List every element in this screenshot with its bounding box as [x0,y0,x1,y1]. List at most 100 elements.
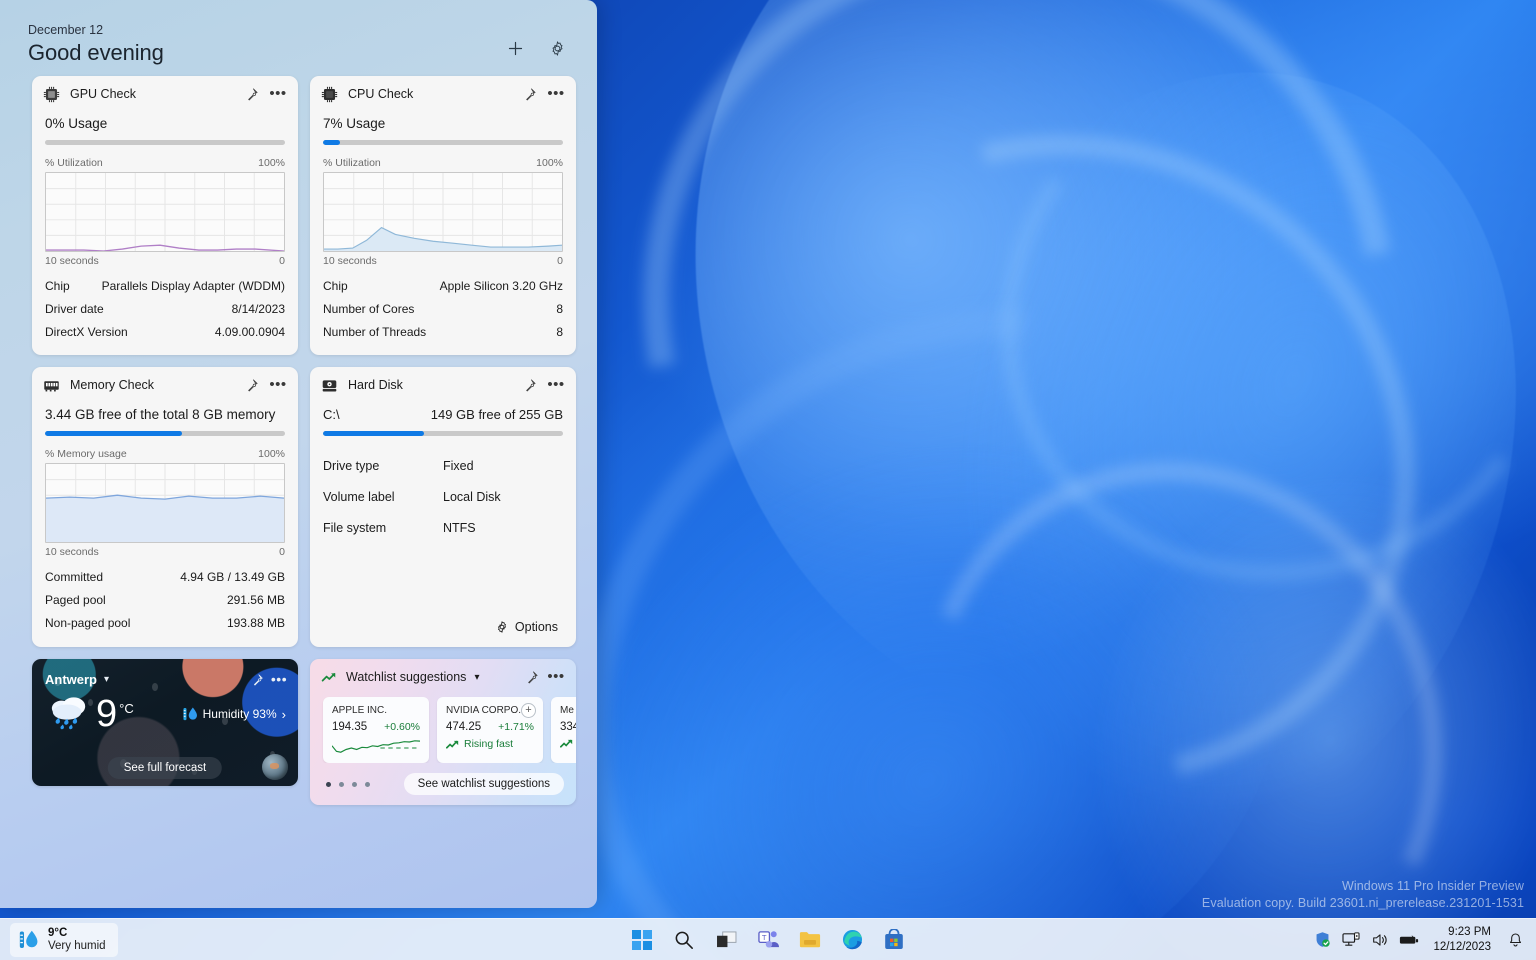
detail-row-key: Chip [323,278,348,293]
weather-widget[interactable]: Antwerp ▾ ••• 9 °C Humidity 93% › See fu… [32,659,298,786]
pin-widget-button[interactable] [240,373,264,397]
gear-icon [552,40,562,56]
pin-icon [248,379,258,392]
clock-time: 9:23 PM [1448,925,1491,938]
widget-more-button[interactable]: ••• [544,373,568,397]
carousel-dot[interactable] [326,781,331,787]
stock-name: Me [560,705,574,716]
widget-more-button[interactable]: ••• [266,373,290,397]
windows-logo-icon [632,929,652,950]
ram-icon [44,380,59,391]
widget-more-button[interactable]: ••• [266,82,290,106]
widget-header-actions: ••• [240,82,290,106]
widget-more-button[interactable]: ••• [544,665,568,689]
teams-icon: T [757,931,779,948]
teams-button[interactable]: T [751,923,785,957]
stock-sparkline [332,737,420,754]
clock-button[interactable]: 9:23 PM 12/12/2023 [1425,925,1499,955]
memory-chart-axis: 10 seconds 0 [45,546,285,558]
edge-button[interactable] [835,923,869,957]
detail-row-value: Fixed [443,458,474,473]
pin-icon [248,88,258,101]
carousel-dot[interactable] [365,781,370,787]
stock-card[interactable]: APPLE INC. 194.35 +0.60% [323,697,429,763]
battery-tray-icon[interactable] [1396,925,1422,955]
detail-row-key: Chip [45,278,70,293]
gpu-usage-text: 0% Usage [45,116,108,131]
stock-card[interactable]: Me 334 [551,697,576,763]
add-widget-button[interactable] [501,34,529,62]
start-button[interactable] [625,923,659,957]
gpu-axis-left: 10 seconds [45,255,99,267]
cpu-check-widget[interactable]: CPU Check ••• 7% Usage % Utilization 100… [310,76,576,355]
widget-more-button[interactable]: ••• [544,82,568,106]
weather-header: Antwerp ▾ ••• [32,659,298,690]
gpu-check-widget[interactable]: GPU Check ••• 0% Usage % Utilization 100… [32,76,298,355]
disk-options-label: Options [514,620,558,634]
chevron-down-icon[interactable]: ▾ [104,674,109,685]
task-view-button[interactable] [709,923,743,957]
cpu-axis-left: 10 seconds [323,255,377,267]
notifications-button[interactable] [1502,925,1528,955]
detail-row-value: 291.56 MB [226,592,285,607]
disk-options-button[interactable]: Options [489,616,564,638]
pin-widget-button[interactable] [518,373,542,397]
gpu-usage-bar [45,140,285,145]
carousel-dot[interactable] [352,781,357,787]
droplet-icon [183,706,197,720]
memory-axis-right: 0 [279,546,285,558]
pin-widget-button[interactable] [246,668,268,690]
rain-cloud-icon [51,697,86,730]
stock-price-row: 474.25 +1.71% [446,721,534,733]
detail-row: File system NTFS [323,512,563,543]
memory-usage-bar [45,431,285,436]
widget-header: CPU Check ••• [310,76,576,112]
humidity-droplet-icon [19,930,38,948]
hard-disk-widget[interactable]: Hard Disk ••• C:\ 149 GB free of 255 GB [310,367,576,647]
disk-usage-bar [323,431,563,436]
carousel-dots[interactable] [326,781,370,787]
memory-check-widget[interactable]: Memory Check ••• 3.44 GB free of the tot… [32,367,298,647]
taskbar-weather-button[interactable]: 9°C Very humid [10,922,118,957]
detail-row-value: 8 [556,301,563,316]
search-button[interactable] [667,923,701,957]
carousel-dot[interactable] [339,781,344,787]
gpu-body: 0% Usage % Utilization 100% 10 seconds 0… [32,116,298,355]
widget-title: GPU Check [70,87,136,101]
watermark-line-2: Evaluation copy. Build 23601.ni_prerelea… [1201,896,1524,910]
widgets-grid: GPU Check ••• 0% Usage % Utilization 100… [0,72,597,805]
security-tray-icon[interactable] [1309,925,1335,955]
widget-title: Hard Disk [348,378,403,392]
disk-body: C:\ 149 GB free of 255 GB Drive type Fixe… [310,407,576,555]
see-watchlist-suggestions-button[interactable]: See watchlist suggestions [403,773,564,795]
rain-drop [88,699,93,706]
pin-widget-button[interactable] [518,82,542,106]
detail-row: Number of Cores 8 [323,297,563,320]
edge-icon [842,929,862,950]
store-icon [885,929,903,949]
watchlist-widget[interactable]: Watchlist suggestions ▾ ••• APPLE INC. 19… [310,659,576,805]
pin-widget-button[interactable] [240,82,264,106]
store-button[interactable] [877,923,911,957]
stock-card[interactable]: NVIDIA CORPO... 474.25 +1.71% + Rising fast [437,697,543,763]
add-stock-button[interactable]: + [521,703,536,718]
gpu-chart-labels: % Utilization 100% [45,157,285,169]
volume-tray-icon[interactable] [1367,925,1393,955]
plus-icon [508,41,522,55]
weather-humidity[interactable]: Humidity 93% › [183,706,286,723]
pin-widget-button[interactable] [520,665,544,689]
detail-row-value: 8 [556,324,563,339]
folder-icon [799,932,821,948]
stock-price: 194.35 [332,721,368,733]
see-full-forecast-button[interactable]: See full forecast [107,757,223,779]
detail-row: DirectX Version 4.09.00.0904 [45,320,285,343]
widget-more-button[interactable]: ••• [268,668,290,690]
memory-chart-labels: % Memory usage 100% [45,448,285,460]
file-explorer-button[interactable] [793,923,827,957]
network-tray-icon[interactable] [1338,925,1364,955]
widgets-header: December 12 Good evening [0,0,597,72]
chevron-down-icon[interactable]: ▾ [474,672,479,683]
pin-icon [526,379,536,392]
memory-chart-ylabel: % Memory usage [45,448,127,460]
widgets-settings-button[interactable] [543,34,571,62]
